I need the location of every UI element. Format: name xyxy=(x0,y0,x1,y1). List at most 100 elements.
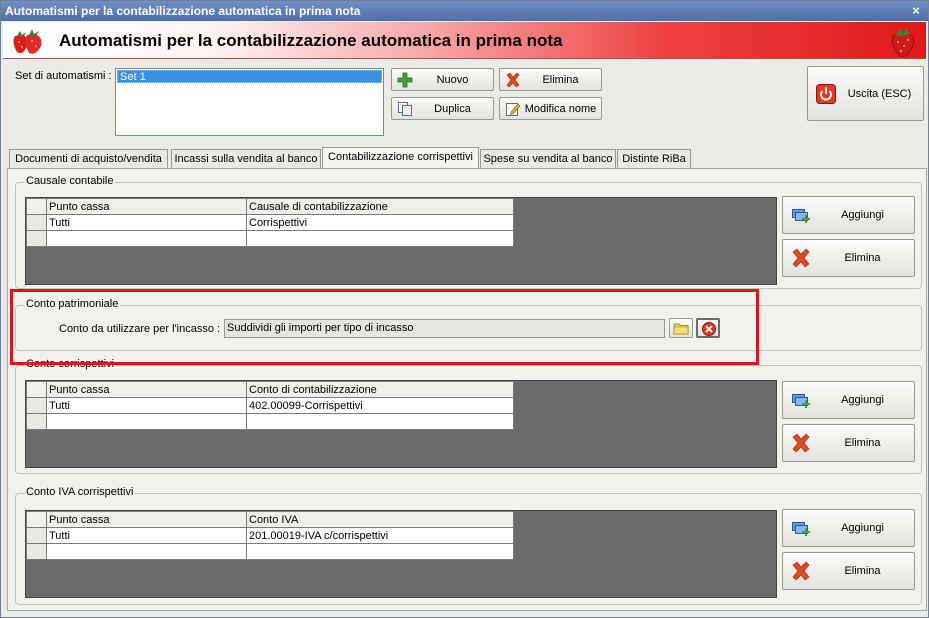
iva-aggiungi-button[interactable]: Aggiungi xyxy=(782,509,915,547)
corrispettivi-elimina-button[interactable]: Elimina xyxy=(782,424,915,462)
strawberry-icon xyxy=(891,27,915,58)
patrimoniale-legend: Conto patrimoniale xyxy=(24,298,121,310)
iva-group: Conto IVA corrispettivi Punto cassa Conto… xyxy=(15,486,922,605)
column-header: Conto IVA xyxy=(246,511,514,528)
column-header: Punto cassa xyxy=(46,381,247,398)
duplica-label: Duplica xyxy=(434,102,471,115)
header-banner: Automatismi per la contabilizzazione aut… xyxy=(3,22,926,59)
browse-folder-button[interactable] xyxy=(669,318,693,338)
elimina-label: Elimina xyxy=(844,437,881,449)
delete-x-icon xyxy=(792,433,810,453)
table-row[interactable] xyxy=(26,543,514,560)
tab-distinte-riba[interactable]: Distinte RiBa xyxy=(617,149,691,169)
table-row[interactable]: Tutti 201.00019-IVA c/corrispettivi xyxy=(26,527,514,544)
row-header xyxy=(26,214,47,231)
main-window: Automatismi per la contabilizzazione aut… xyxy=(0,0,929,618)
duplica-button[interactable]: Duplica xyxy=(391,97,494,120)
clear-icon xyxy=(702,322,716,336)
conto-incasso-field[interactable]: Suddividi gli importi per tipo di incass… xyxy=(224,319,665,338)
add-row-icon xyxy=(792,522,810,536)
row-header xyxy=(26,230,47,247)
column-header: Punto cassa xyxy=(46,198,247,215)
close-icon[interactable]: × xyxy=(910,1,922,21)
patrimoniale-group: Conto patrimoniale Conto da utilizzare p… xyxy=(15,298,922,351)
row-header xyxy=(26,527,47,544)
add-row-icon xyxy=(792,394,810,408)
row-header xyxy=(26,413,47,430)
causale-grid[interactable]: Punto cassa Causale di contabilizzazione … xyxy=(25,197,777,285)
table-cell[interactable]: 201.00019-IVA c/corrispettivi xyxy=(246,527,514,544)
tab-documenti[interactable]: Documenti di acquisto/vendita xyxy=(9,149,168,169)
exit-label: Uscita (ESC) xyxy=(847,87,912,100)
delete-x-icon xyxy=(506,72,520,88)
aggiungi-label: Aggiungi xyxy=(841,209,884,221)
table-cell[interactable] xyxy=(246,543,514,560)
row-header xyxy=(26,543,47,560)
iva-grid[interactable]: Punto cassa Conto IVA Tutti 201.00019-IVA … xyxy=(25,510,777,598)
tab-panel: Causale contabile Punto cassa Causale di … xyxy=(7,168,927,611)
row-header xyxy=(26,511,47,528)
aggiungi-label: Aggiungi xyxy=(841,394,884,406)
corrispettivi-aggiungi-button[interactable]: Aggiungi xyxy=(782,381,915,419)
conto-incasso-label: Conto da utilizzare per l'incasso : xyxy=(59,323,221,335)
elimina-label: Elimina xyxy=(542,73,579,86)
table-row[interactable] xyxy=(26,230,514,247)
row-header xyxy=(26,198,47,215)
table-cell[interactable]: Corrispettivi xyxy=(246,214,514,231)
iva-legend: Conto IVA corrispettivi xyxy=(24,486,136,498)
exit-button[interactable]: Uscita (ESC) xyxy=(807,66,924,121)
corrispettivi-group: Conto corrispettivi Punto cassa Conto di … xyxy=(15,358,922,474)
set-automatismi-label: Set di automatismi : xyxy=(15,70,112,82)
edit-icon xyxy=(506,103,521,116)
folder-icon xyxy=(673,323,689,335)
column-header: Causale di contabilizzazione xyxy=(246,198,514,215)
elimina-label: Elimina xyxy=(844,252,881,264)
causale-group: Causale contabile Punto cassa Causale di … xyxy=(15,175,922,289)
plus-icon xyxy=(397,72,413,88)
table-cell[interactable]: 402.00099-Corrispettivi xyxy=(246,397,514,414)
table-cell[interactable] xyxy=(46,543,247,560)
causale-elimina-button[interactable]: Elimina xyxy=(782,239,915,277)
corrispettivi-grid[interactable]: Punto cassa Conto di contabilizzazione Tu… xyxy=(25,380,777,468)
page-title: Automatismi per la contabilizzazione aut… xyxy=(59,31,563,50)
delete-x-icon xyxy=(792,561,810,581)
tab-spese[interactable]: Spese su vendita al banco xyxy=(480,149,616,169)
nuovo-label: Nuovo xyxy=(436,73,469,86)
table-cell[interactable]: Tutti xyxy=(46,397,247,414)
aggiungi-label: Aggiungi xyxy=(841,522,884,534)
list-item[interactable]: Set 1 xyxy=(117,70,382,83)
causale-legend: Causale contabile xyxy=(24,175,116,187)
elimina-label: Elimina xyxy=(844,565,881,577)
table-row[interactable]: Tutti Corrispettivi xyxy=(26,214,514,231)
table-cell[interactable] xyxy=(246,230,514,247)
add-row-icon xyxy=(792,209,810,223)
automatismi-listbox[interactable]: Set 1 xyxy=(115,68,384,136)
nuovo-button[interactable]: Nuovo xyxy=(391,68,494,91)
row-header xyxy=(26,397,47,414)
table-cell[interactable]: Tutti xyxy=(46,527,247,544)
iva-elimina-button[interactable]: Elimina xyxy=(782,552,915,590)
elimina-set-button[interactable]: Elimina xyxy=(499,68,602,91)
delete-x-icon xyxy=(792,248,810,268)
tab-contabilizzazione-corrispettivi[interactable]: Contabilizzazione corrispettivi xyxy=(322,147,479,169)
tab-incassi[interactable]: Incassi sulla vendita al banco xyxy=(171,149,321,169)
modifica-nome-label: Modifica nome xyxy=(524,102,597,115)
column-header: Punto cassa xyxy=(46,511,247,528)
strawberries-logo-icon xyxy=(13,29,42,54)
modifica-nome-button[interactable]: Modifica nome xyxy=(499,97,602,120)
copy-icon xyxy=(398,102,412,116)
table-cell[interactable] xyxy=(246,413,514,430)
table-row[interactable] xyxy=(26,413,514,430)
table-cell[interactable] xyxy=(46,413,247,430)
window-titlebar[interactable]: Automatismi per la contabilizzazione aut… xyxy=(1,1,928,21)
table-cell[interactable] xyxy=(46,230,247,247)
clear-field-button[interactable] xyxy=(696,318,720,338)
causale-aggiungi-button[interactable]: Aggiungi xyxy=(782,196,915,234)
table-cell[interactable]: Tutti xyxy=(46,214,247,231)
table-row[interactable]: Tutti 402.00099-Corrispettivi xyxy=(26,397,514,414)
power-icon xyxy=(816,84,836,104)
window-title: Automatismi per la contabilizzazione aut… xyxy=(5,4,361,18)
corrispettivi-legend: Conto corrispettivi xyxy=(24,358,117,370)
row-header xyxy=(26,381,47,398)
column-header: Conto di contabilizzazione xyxy=(246,381,514,398)
